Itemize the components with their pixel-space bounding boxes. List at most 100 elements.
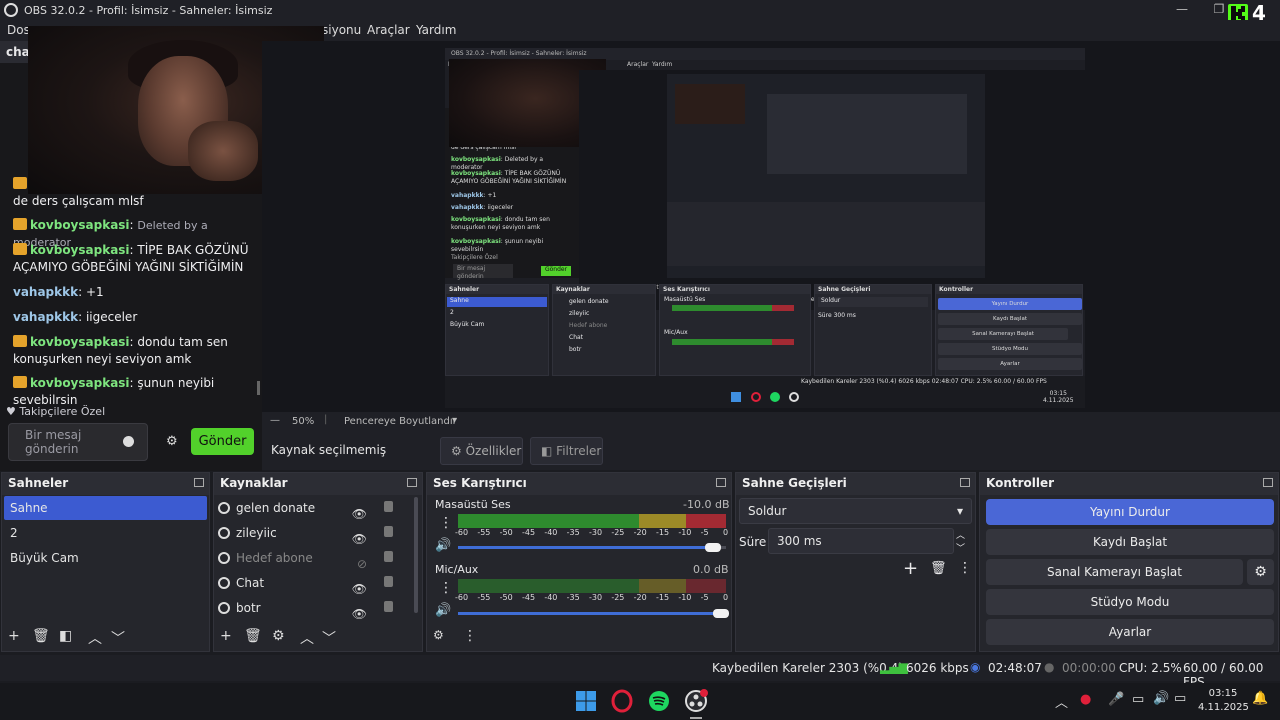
chat-message: kovboysapkasi: dondu tam sen konuşurken …	[13, 335, 228, 366]
source-item[interactable]: Hedef abone ⊘	[218, 546, 413, 571]
tray-app-icon[interactable]: ●	[1080, 692, 1091, 707]
emote-icon[interactable]	[123, 436, 134, 447]
studio-mode-button[interactable]: Stüdyo Modu	[986, 589, 1274, 615]
chat-message: kovboysapkasi: TİPE BAK GÖZÜNÜ AÇAMIYO G…	[13, 243, 249, 274]
source-item[interactable]: gelen donate 👁	[218, 496, 413, 521]
zoom-out-button[interactable]: —	[270, 415, 280, 426]
properties-button[interactable]: ⚙ Özellikler	[440, 437, 523, 465]
stream-icon: ◉	[970, 660, 981, 674]
volume-slider[interactable]	[458, 612, 721, 615]
move-up-icon[interactable]: ︿	[300, 628, 314, 648]
undock-icon[interactable]	[194, 478, 204, 487]
meter-tick-label: -25	[611, 528, 625, 537]
volume-slider[interactable]	[458, 546, 713, 549]
virtual-camera-settings-gear-icon[interactable]: ⚙	[1247, 559, 1274, 585]
duration-field[interactable]: 300 ms	[768, 528, 954, 554]
move-down-icon[interactable]: ﹀	[111, 628, 125, 648]
chat-scrollbar[interactable]	[257, 381, 260, 395]
menu-file[interactable]: Dos	[7, 23, 30, 37]
no-source-label: Kaynak seçilmemiş	[271, 443, 387, 457]
mixer-menu-icon[interactable]: ⋮	[463, 628, 477, 644]
add-source-icon[interactable]: +	[220, 628, 232, 644]
lock-icon[interactable]	[384, 576, 393, 587]
windows-start-icon[interactable]	[573, 688, 599, 714]
start-recording-button[interactable]: Kaydı Başlat	[986, 529, 1274, 555]
transition-select[interactable]: Soldur ▾	[739, 498, 972, 524]
advanced-audio-icon[interactable]: ⚙	[433, 628, 444, 642]
notification-icon[interactable]: 🔔	[1252, 691, 1268, 706]
channel-db: -10.0 dB	[683, 498, 730, 511]
add-transition-icon[interactable]: +	[903, 558, 918, 579]
stepper-down-icon[interactable]: ﹀	[956, 541, 965, 554]
undock-icon[interactable]	[960, 478, 970, 487]
duration-label: Süre	[739, 535, 767, 549]
lock-icon[interactable]	[384, 551, 393, 562]
source-item[interactable]: botr 👁	[218, 596, 413, 621]
meter-tick-label: -55	[477, 593, 491, 602]
undock-icon[interactable]	[716, 478, 726, 487]
source-item[interactable]: zileyiic 👁	[218, 521, 413, 546]
scene-filter-icon[interactable]: ◧	[59, 628, 72, 644]
sources-scrollbar[interactable]	[414, 497, 418, 613]
chevron-down-icon[interactable]: ▾	[452, 415, 457, 426]
chat-tab[interactable]: cha	[0, 41, 30, 63]
opera-gx-icon[interactable]	[609, 688, 635, 714]
volume-icon[interactable]: 🔊	[1153, 691, 1169, 706]
browser-source-icon	[218, 527, 230, 539]
crown-badge-icon	[13, 335, 27, 347]
meter-tick-label: -15	[656, 593, 670, 602]
stop-stream-button[interactable]: Yayını Durdur	[986, 499, 1274, 525]
remove-source-icon[interactable]: 🗑	[244, 628, 262, 644]
undock-icon[interactable]	[407, 478, 417, 487]
filters-button[interactable]: ◧ Filtreler	[530, 437, 603, 465]
move-down-icon[interactable]: ﹀	[322, 628, 336, 648]
clock[interactable]: 03:15 4.11.2025	[1198, 687, 1249, 715]
volume-meter	[458, 514, 726, 528]
display-icon[interactable]: ▭	[1132, 692, 1144, 707]
remove-scene-icon[interactable]: 🗑	[32, 628, 50, 644]
meter-tick-label: -60	[455, 528, 469, 537]
zoom-level: 50%	[292, 416, 315, 427]
menu-view[interactable]: siyonu	[322, 23, 361, 37]
speaker-icon[interactable]: 🔊	[435, 603, 451, 618]
speaker-icon[interactable]: 🔊	[435, 538, 451, 553]
meter-tick-label: 0	[723, 593, 729, 602]
undock-icon[interactable]	[1263, 478, 1273, 487]
lock-icon[interactable]	[384, 501, 393, 512]
move-up-icon[interactable]: ︿	[88, 628, 102, 648]
channel-menu-icon[interactable]: ⋮	[439, 515, 453, 531]
settings-button[interactable]: Ayarlar	[986, 619, 1274, 645]
meter-tick-label: -30	[589, 528, 603, 537]
volume-slider-knob[interactable]	[704, 543, 721, 552]
send-button[interactable]: Gönder	[191, 428, 254, 455]
scene-item[interactable]: Büyük Cam	[4, 546, 207, 570]
remove-transition-icon[interactable]: 🗑	[930, 561, 947, 576]
add-scene-icon[interactable]: +	[8, 628, 20, 644]
source-properties-gear-icon[interactable]: ⚙	[272, 628, 285, 644]
channel-menu-icon[interactable]: ⋮	[439, 580, 453, 596]
volume-slider-knob[interactable]	[712, 609, 729, 618]
minimize-button[interactable]: —	[1165, 0, 1199, 20]
chevron-down-icon: ▾	[956, 504, 963, 518]
title-bar: OBS 32.0.2 - Profil: İsimsiz - Sahneler:…	[0, 0, 1280, 20]
chat-settings-gear-icon[interactable]: ⚙	[166, 434, 178, 449]
eye-icon[interactable]: 👁	[352, 602, 367, 626]
resize-to-window-dropdown[interactable]: Pencereye Boyutlandır	[344, 416, 457, 427]
taskbar: ︿ ● 🎤 ▭ 🔊 ▭ 03:15 4.11.2025 🔔	[0, 683, 1280, 720]
menu-tools[interactable]: Araçlar	[367, 23, 410, 37]
lock-icon[interactable]	[384, 526, 393, 537]
start-virtual-camera-button[interactable]: Sanal Kamerayı Başlat	[986, 559, 1243, 585]
transition-menu-icon[interactable]: ⋮	[958, 560, 972, 576]
obs-taskbar-icon[interactable]	[683, 688, 709, 714]
tray-chevron-up-icon[interactable]: ︿	[1055, 692, 1068, 711]
battery-icon[interactable]: ▭	[1174, 691, 1186, 706]
microphone-icon[interactable]: 🎤	[1108, 692, 1124, 707]
scene-item[interactable]: 2	[4, 521, 207, 545]
spotify-icon[interactable]	[646, 688, 672, 714]
menu-help[interactable]: Yardım	[416, 23, 456, 37]
bitrate: 6026 kbps	[906, 661, 969, 675]
lock-icon[interactable]	[384, 601, 393, 612]
scene-item[interactable]: Sahne	[4, 496, 207, 520]
stepper-up-icon[interactable]: ︿	[956, 528, 965, 541]
source-item[interactable]: Chat 👁	[218, 571, 413, 596]
